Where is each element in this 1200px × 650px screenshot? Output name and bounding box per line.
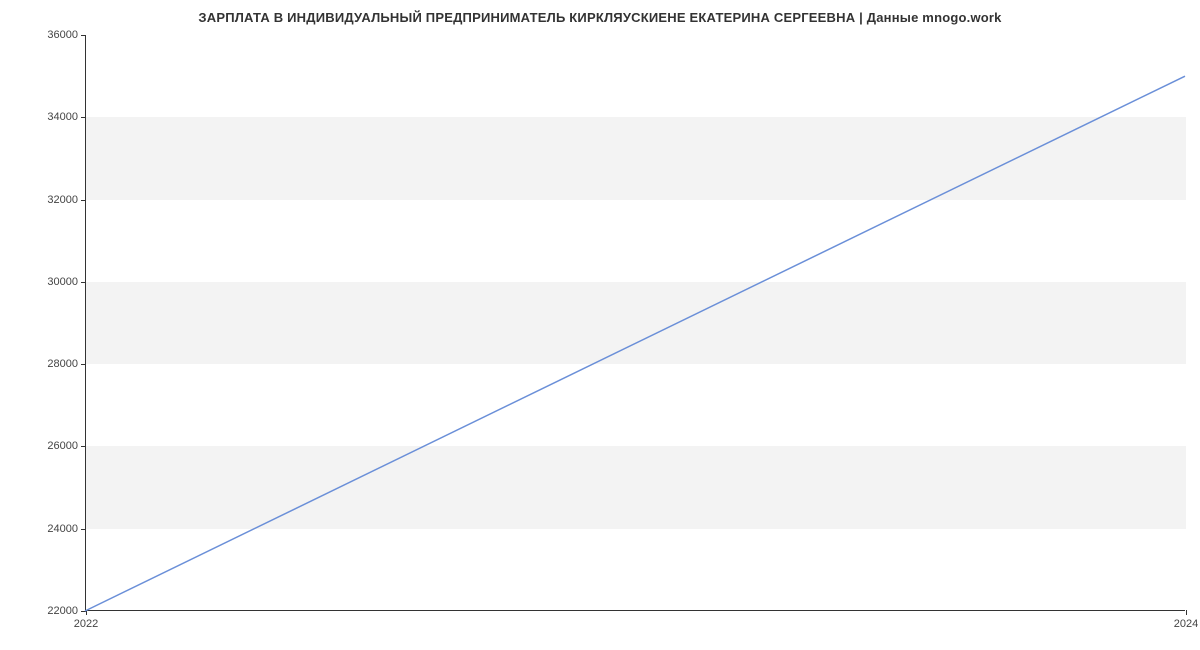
y-tick-label: 26000 xyxy=(36,440,78,452)
x-tick-label: 2024 xyxy=(1174,618,1198,630)
data-line xyxy=(85,35,1185,611)
x-tick-label: 2022 xyxy=(74,618,98,630)
y-tick-label: 30000 xyxy=(36,276,78,288)
x-tick-mark xyxy=(1186,610,1187,615)
y-tick-label: 24000 xyxy=(36,523,78,535)
y-tick-label: 28000 xyxy=(36,358,78,370)
chart-title: ЗАРПЛАТА В ИНДИВИДУАЛЬНЫЙ ПРЕДПРИНИМАТЕЛ… xyxy=(0,0,1200,31)
y-tick-label: 22000 xyxy=(36,605,78,617)
y-tick-label: 32000 xyxy=(36,194,78,206)
y-tick-label: 36000 xyxy=(36,29,78,41)
y-tick-label: 34000 xyxy=(36,111,78,123)
chart-area: 2200024000260002800030000320003400036000… xyxy=(85,35,1185,611)
